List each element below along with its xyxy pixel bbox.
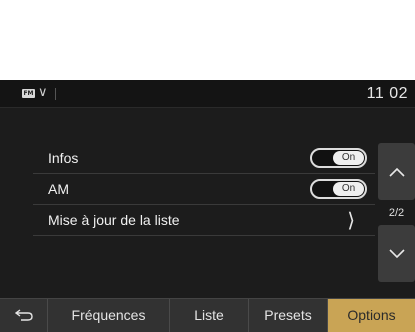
back-arrow-icon bbox=[14, 309, 33, 321]
tab-presets[interactable]: Presets bbox=[249, 299, 328, 332]
list-item-label: Infos bbox=[48, 150, 79, 166]
tab-frequences[interactable]: Fréquences bbox=[48, 299, 170, 332]
clock: 11 02 bbox=[366, 85, 408, 102]
chevron-down-icon bbox=[388, 248, 405, 258]
list-item-update-list[interactable]: Mise à jour de la liste ⟩ bbox=[33, 205, 375, 236]
scroll-down-button[interactable] bbox=[378, 225, 415, 282]
status-divider bbox=[55, 88, 56, 100]
source-dropdown-chevron-icon[interactable]: ∨ bbox=[38, 84, 48, 100]
toggle-knob: On bbox=[333, 151, 364, 165]
page-indicator: 2/2 bbox=[388, 207, 405, 219]
bottom-tab-bar: Fréquences Liste Presets Options bbox=[0, 298, 415, 332]
toggle-knob: On bbox=[333, 182, 364, 196]
radio-source-icon[interactable]: FM bbox=[22, 89, 35, 98]
status-bar: FM ∨ 11 02 bbox=[0, 80, 415, 108]
list-item-label: AM bbox=[48, 181, 69, 197]
chevron-right-icon: ⟩ bbox=[347, 210, 355, 232]
tab-options[interactable]: Options bbox=[328, 299, 415, 332]
scroll-up-button[interactable] bbox=[378, 143, 415, 200]
list-item-label: Mise à jour de la liste bbox=[48, 212, 180, 228]
list-item-am[interactable]: AM On bbox=[33, 174, 375, 205]
back-button[interactable] bbox=[0, 299, 48, 332]
radio-options-screen: FM ∨ 11 02 Infos On AM On Mise à jour de… bbox=[0, 80, 415, 332]
am-toggle[interactable]: On bbox=[310, 179, 367, 199]
list-item-infos[interactable]: Infos On bbox=[33, 143, 375, 174]
tab-liste[interactable]: Liste bbox=[170, 299, 249, 332]
chevron-up-icon bbox=[388, 167, 405, 177]
infos-toggle[interactable]: On bbox=[310, 148, 367, 168]
scroll-panel: 2/2 bbox=[378, 143, 415, 282]
